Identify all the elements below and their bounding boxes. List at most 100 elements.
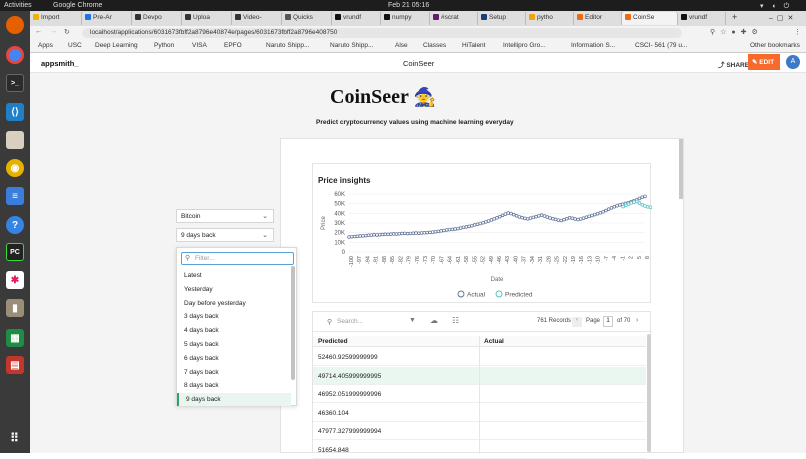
tab-4[interactable]: Video- bbox=[232, 12, 282, 25]
bookmark-python[interactable]: Python bbox=[154, 42, 174, 49]
coin-select[interactable]: Bitcoin⌄ bbox=[176, 209, 274, 223]
tab-5[interactable]: Quicks bbox=[282, 12, 332, 25]
data-point-actual bbox=[348, 236, 351, 239]
dropdown-option[interactable]: 4 days back bbox=[177, 324, 291, 337]
writer-icon[interactable]: ≡ bbox=[6, 187, 24, 205]
share-button[interactable]: ⤴ SHARE bbox=[718, 59, 749, 69]
x-tick-label: -16 bbox=[579, 256, 585, 264]
terminal-icon[interactable]: >_ bbox=[6, 74, 24, 92]
dropdown-option[interactable]: Yesterday bbox=[177, 283, 291, 296]
dropdown-scrollbar[interactable] bbox=[291, 266, 295, 380]
dropdown-option[interactable]: 9 days back bbox=[177, 393, 291, 406]
tab-7[interactable]: numpy bbox=[381, 12, 430, 25]
period-select[interactable]: 9 days back⌄ bbox=[176, 228, 274, 242]
prev-page-icon[interactable]: ‹ bbox=[572, 317, 582, 327]
new-tab-button[interactable]: + bbox=[730, 12, 744, 25]
reload-icon[interactable]: ↻ bbox=[64, 28, 70, 36]
table-search-input[interactable]: Search... bbox=[337, 318, 363, 325]
bookmark-alse[interactable]: Alse bbox=[395, 42, 408, 49]
window-controls[interactable]: –▢✕ bbox=[766, 12, 806, 25]
chevron-down-icon: ⌄ bbox=[262, 212, 268, 220]
data-point-predicted bbox=[641, 203, 644, 206]
system-tray-icon[interactable]: ▾ ◖ ⏻ bbox=[760, 2, 792, 11]
column-header-actual[interactable]: Actual bbox=[484, 338, 504, 345]
active-app-name[interactable]: Google Chrome bbox=[53, 2, 102, 9]
pycharm-icon[interactable]: PC bbox=[6, 243, 24, 261]
page-number-input[interactable]: 1 bbox=[603, 316, 613, 327]
bookmark-information[interactable]: Information S... bbox=[571, 42, 615, 49]
dropdown-option[interactable]: 6 days back bbox=[177, 352, 291, 365]
rhythmbox-icon[interactable]: ◉ bbox=[6, 159, 24, 177]
bookmark-classes[interactable]: Classes bbox=[423, 42, 446, 49]
tab-2[interactable]: Devpo bbox=[132, 12, 182, 25]
other-bookmarks[interactable]: Other bookmarks bbox=[750, 42, 800, 49]
bookmark-apps[interactable]: Apps bbox=[38, 42, 53, 49]
browser-toolbar: ← → ↻ localhost/applications/6031673fbff… bbox=[30, 26, 806, 40]
tab-12[interactable]: CoinSe bbox=[622, 12, 678, 25]
filter-icon[interactable]: ▼ bbox=[409, 317, 416, 324]
archive-icon[interactable]: ▮ bbox=[6, 299, 24, 317]
impress-icon[interactable]: ▤ bbox=[6, 356, 24, 374]
appsmith-logo[interactable]: appsmith_ bbox=[41, 59, 79, 68]
next-page-icon[interactable]: › bbox=[636, 317, 638, 324]
forward-icon[interactable]: → bbox=[50, 28, 57, 35]
data-point-actual bbox=[398, 232, 401, 235]
show-apps-icon[interactable]: ⠿ bbox=[6, 429, 24, 447]
bookmark-epfo[interactable]: EPFO bbox=[224, 42, 242, 49]
column-header-predicted[interactable]: Predicted bbox=[318, 338, 348, 345]
tab-8[interactable]: #scrat bbox=[430, 12, 478, 25]
container-scrollbar[interactable] bbox=[679, 139, 683, 199]
bookmark-intellipro[interactable]: Intellipro Gro... bbox=[503, 42, 546, 49]
extension-icons[interactable]: ⚲☆●✚⚙ bbox=[710, 28, 763, 36]
tab-10[interactable]: pytho bbox=[526, 12, 574, 25]
bookmark-deep-learning[interactable]: Deep Learning bbox=[95, 42, 138, 49]
bookmark-naruto-2[interactable]: Naruto Shipp... bbox=[330, 42, 373, 49]
bookmark-usc[interactable]: USC bbox=[68, 42, 82, 49]
bookmark-hitalent[interactable]: HiTalent bbox=[462, 42, 485, 49]
activities-button[interactable]: Activities bbox=[4, 2, 32, 9]
avatar[interactable]: A bbox=[786, 55, 800, 69]
y-axis-label: Price bbox=[321, 216, 327, 230]
files-icon[interactable] bbox=[6, 131, 24, 149]
firefox-icon[interactable] bbox=[6, 16, 24, 34]
tab-13[interactable]: vrundf bbox=[678, 12, 726, 25]
bookmark-visa[interactable]: VISA bbox=[192, 42, 207, 49]
tab-6[interactable]: vrundf bbox=[332, 12, 381, 25]
calc-icon[interactable]: ▦ bbox=[6, 329, 24, 347]
data-point-predicted bbox=[633, 201, 636, 204]
dropdown-option[interactable]: 5 days back bbox=[177, 338, 291, 351]
dropdown-option[interactable]: 8 days back bbox=[177, 379, 291, 392]
x-tick-label: 2 bbox=[629, 256, 635, 259]
table-scrollbar[interactable] bbox=[647, 334, 651, 452]
help-icon[interactable]: ? bbox=[6, 216, 24, 234]
column-toggle-icon[interactable]: ☷ bbox=[452, 316, 459, 325]
tab-9[interactable]: Setup bbox=[478, 12, 526, 25]
address-bar[interactable]: localhost/applications/6031673fbff2a8796… bbox=[82, 28, 682, 38]
dropdown-filter-input[interactable]: ⚲ Filter... bbox=[181, 252, 294, 265]
dropdown-option[interactable]: 3 days back bbox=[177, 310, 291, 323]
tab-1[interactable]: Pre-Ar bbox=[82, 12, 132, 25]
bookmark-naruto-1[interactable]: Naruto Shipp... bbox=[266, 42, 309, 49]
tab-0[interactable]: Import bbox=[30, 12, 82, 25]
search-icon: ⚲ bbox=[185, 254, 190, 262]
vscode-icon[interactable]: ⟨⟩ bbox=[6, 103, 24, 121]
edit-button[interactable]: ✎ EDIT bbox=[748, 54, 780, 70]
dropdown-option[interactable]: 7 days back bbox=[177, 366, 291, 379]
dropdown-option[interactable]: Day before yesterday bbox=[177, 297, 291, 310]
data-point-actual bbox=[498, 215, 501, 218]
chrome-icon[interactable] bbox=[6, 46, 24, 64]
tab-3[interactable]: Uploa bbox=[182, 12, 232, 25]
tab-11[interactable]: Editor bbox=[574, 12, 622, 25]
bookmark-csci[interactable]: CSCI- 561 (79 u... bbox=[635, 42, 687, 49]
data-point-actual bbox=[540, 214, 543, 217]
slack-icon[interactable]: ✱ bbox=[6, 271, 24, 289]
download-icon[interactable]: ☁ bbox=[430, 316, 438, 325]
back-icon[interactable]: ← bbox=[35, 28, 42, 35]
dropdown-option[interactable]: Latest bbox=[177, 269, 291, 282]
tab-favicon-icon bbox=[384, 14, 390, 20]
system-clock[interactable]: Feb 21 05:16 bbox=[388, 2, 429, 9]
data-point-actual bbox=[437, 230, 440, 233]
data-point-actual bbox=[412, 232, 415, 235]
menu-icon[interactable]: ⋮ bbox=[794, 28, 801, 36]
data-point-actual bbox=[551, 217, 554, 220]
